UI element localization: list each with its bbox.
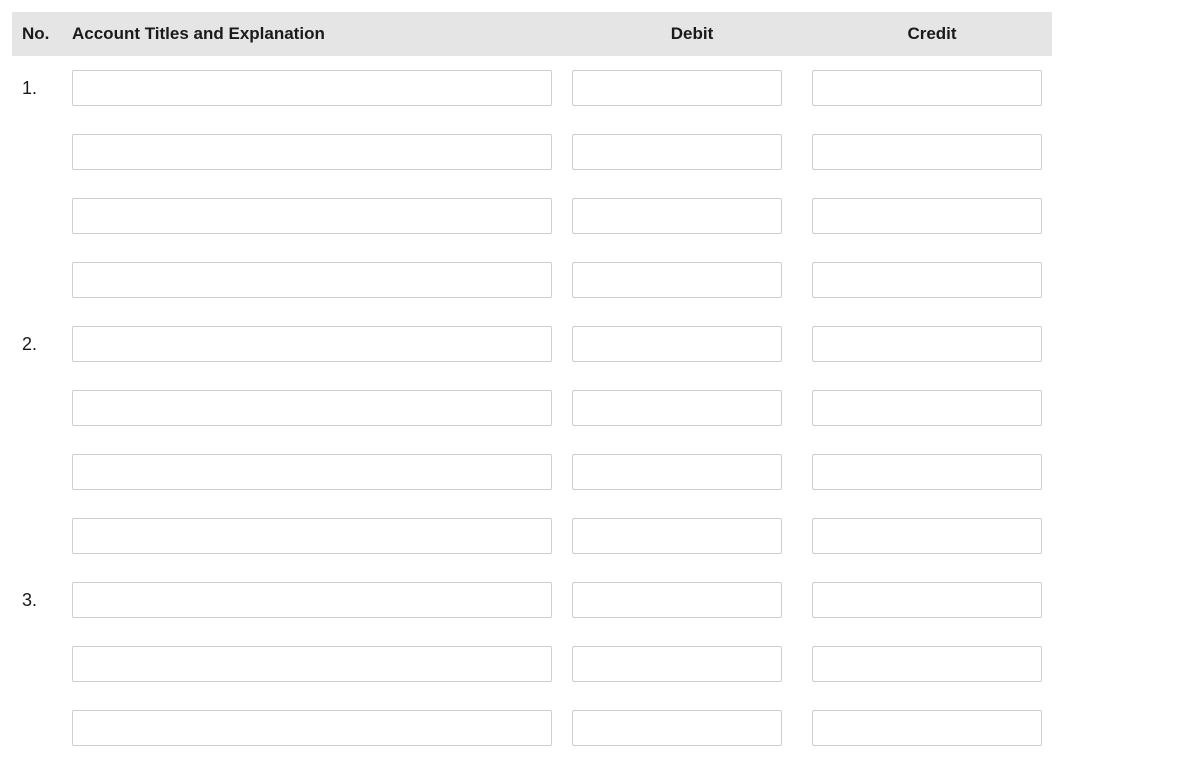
table-row: 2. xyxy=(12,312,1052,376)
table-row xyxy=(12,248,1052,312)
table-header-row: No. Account Titles and Explanation Debit… xyxy=(12,12,1052,56)
account-input[interactable] xyxy=(72,134,552,170)
debit-cell xyxy=(572,454,812,490)
debit-input[interactable] xyxy=(572,454,782,490)
credit-cell xyxy=(812,646,1052,682)
entries-container: 1. 2. 3. xyxy=(12,56,1052,760)
account-input[interactable] xyxy=(72,582,552,618)
table-row xyxy=(12,376,1052,440)
account-cell xyxy=(72,70,572,106)
credit-cell xyxy=(812,390,1052,426)
table-row xyxy=(12,696,1052,760)
account-input[interactable] xyxy=(72,198,552,234)
account-input[interactable] xyxy=(72,70,552,106)
account-cell xyxy=(72,390,572,426)
credit-input[interactable] xyxy=(812,198,1042,234)
debit-cell xyxy=(572,710,812,746)
account-input[interactable] xyxy=(72,326,552,362)
debit-input[interactable] xyxy=(572,134,782,170)
credit-cell xyxy=(812,710,1052,746)
header-account: Account Titles and Explanation xyxy=(72,24,572,44)
debit-input[interactable] xyxy=(572,710,782,746)
debit-cell xyxy=(572,70,812,106)
table-row xyxy=(12,184,1052,248)
account-input[interactable] xyxy=(72,646,552,682)
entry-number: 2. xyxy=(12,334,72,355)
account-cell xyxy=(72,646,572,682)
credit-cell xyxy=(812,262,1052,298)
credit-cell xyxy=(812,454,1052,490)
debit-cell xyxy=(572,262,812,298)
debit-cell xyxy=(572,326,812,362)
table-row: 1. xyxy=(12,56,1052,120)
credit-cell xyxy=(812,518,1052,554)
credit-input[interactable] xyxy=(812,134,1042,170)
entry-number: 3. xyxy=(12,590,72,611)
account-cell xyxy=(72,710,572,746)
journal-entry-table: No. Account Titles and Explanation Debit… xyxy=(12,12,1052,760)
header-debit: Debit xyxy=(572,24,812,44)
credit-cell xyxy=(812,198,1052,234)
credit-input[interactable] xyxy=(812,326,1042,362)
credit-input[interactable] xyxy=(812,646,1042,682)
credit-input[interactable] xyxy=(812,454,1042,490)
account-cell xyxy=(72,454,572,490)
account-cell xyxy=(72,518,572,554)
entry-number: 1. xyxy=(12,78,72,99)
credit-input[interactable] xyxy=(812,390,1042,426)
account-input[interactable] xyxy=(72,262,552,298)
debit-input[interactable] xyxy=(572,326,782,362)
credit-cell xyxy=(812,582,1052,618)
account-cell xyxy=(72,134,572,170)
table-row xyxy=(12,120,1052,184)
table-row xyxy=(12,440,1052,504)
header-no: No. xyxy=(12,24,72,44)
debit-input[interactable] xyxy=(572,646,782,682)
debit-input[interactable] xyxy=(572,390,782,426)
debit-input[interactable] xyxy=(572,518,782,554)
account-input[interactable] xyxy=(72,518,552,554)
account-cell xyxy=(72,262,572,298)
table-row: 3. xyxy=(12,568,1052,632)
debit-input[interactable] xyxy=(572,70,782,106)
account-cell xyxy=(72,582,572,618)
debit-cell xyxy=(572,646,812,682)
table-row xyxy=(12,632,1052,696)
credit-input[interactable] xyxy=(812,710,1042,746)
debit-cell xyxy=(572,134,812,170)
debit-cell xyxy=(572,582,812,618)
account-input[interactable] xyxy=(72,710,552,746)
credit-input[interactable] xyxy=(812,262,1042,298)
table-row xyxy=(12,504,1052,568)
debit-input[interactable] xyxy=(572,198,782,234)
account-cell xyxy=(72,198,572,234)
account-cell xyxy=(72,326,572,362)
credit-input[interactable] xyxy=(812,582,1042,618)
debit-input[interactable] xyxy=(572,582,782,618)
account-input[interactable] xyxy=(72,390,552,426)
credit-cell xyxy=(812,134,1052,170)
account-input[interactable] xyxy=(72,454,552,490)
credit-cell xyxy=(812,326,1052,362)
header-credit: Credit xyxy=(812,24,1052,44)
debit-cell xyxy=(572,198,812,234)
debit-cell xyxy=(572,518,812,554)
credit-cell xyxy=(812,70,1052,106)
debit-input[interactable] xyxy=(572,262,782,298)
credit-input[interactable] xyxy=(812,70,1042,106)
debit-cell xyxy=(572,390,812,426)
credit-input[interactable] xyxy=(812,518,1042,554)
